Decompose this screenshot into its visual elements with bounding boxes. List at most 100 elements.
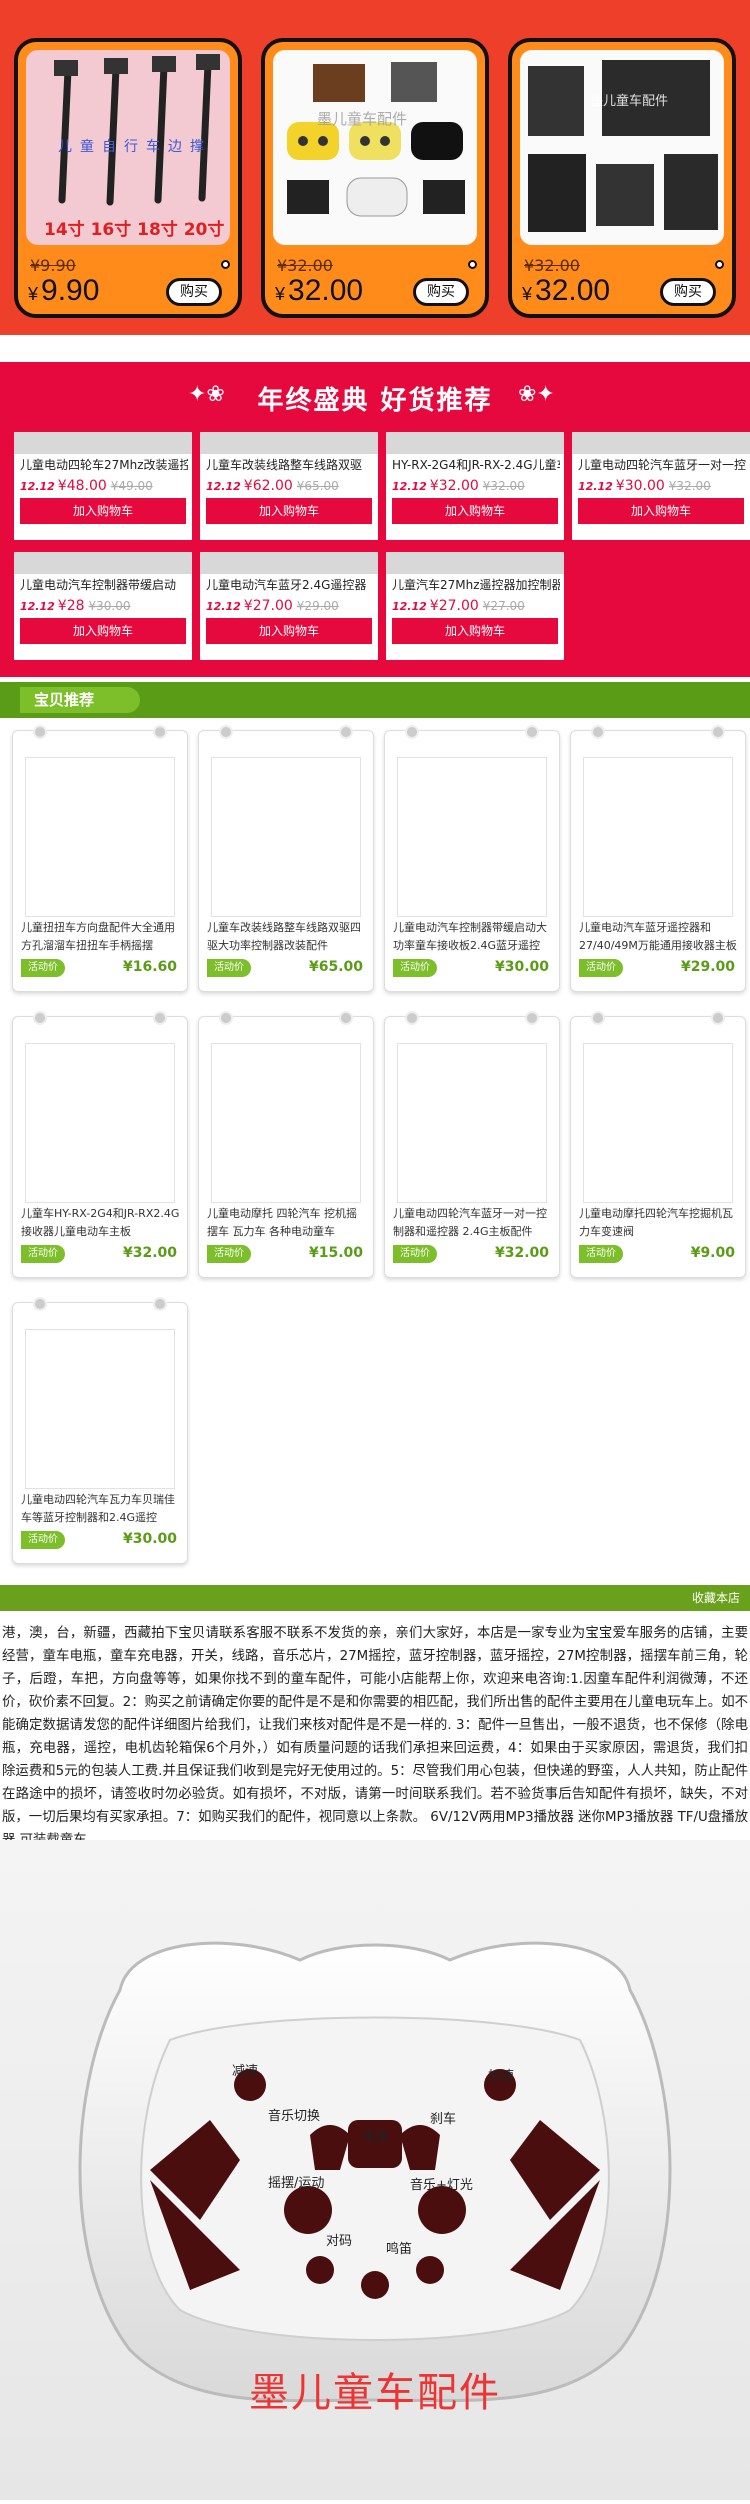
- photo-size-text: 14寸 16寸 18寸 20寸: [44, 220, 225, 240]
- product-card[interactable]: 儿童车改装线路整车线路双驱四驱大功率控制器改装配件 活动价 ¥65.00: [198, 725, 374, 992]
- pin-icon: [711, 725, 725, 739]
- recommend-header: 宝贝推荐: [0, 682, 750, 718]
- add-to-cart-button[interactable]: 加入购物车: [206, 618, 372, 644]
- label-music-switch: 音乐切换: [268, 2109, 321, 2124]
- pin-icon: [33, 725, 47, 739]
- pin-icon: [33, 1297, 47, 1311]
- product-image: [25, 1329, 175, 1489]
- item-name: 儿童电动四轮车27Mhz改装遥控器: [20, 458, 188, 472]
- add-to-cart-button[interactable]: 加入购物车: [20, 618, 186, 644]
- product-image: [25, 1043, 175, 1203]
- promo-tag: 活动价: [21, 1531, 65, 1549]
- promo-tag: 活动价: [393, 959, 437, 977]
- item-price: 12.12 ¥62.00 ¥65.00: [206, 478, 339, 494]
- current-price: ¥9.90: [28, 274, 100, 307]
- product-card[interactable]: 儿童电动四轮汽车瓦力车贝瑞佳车等蓝牙控制器和2.4G遥控 活动价 ¥30.00: [12, 1297, 188, 1564]
- product-card[interactable]: 儿童车HY-RX-2G4和JR-RX2.4G接收器儿童电动车主板 活动价 ¥32…: [12, 1011, 188, 1278]
- pin-icon: [405, 1011, 419, 1025]
- festival-section: ✦❀ 年终盛典 好货推荐 ❀✦ 儿童电动四轮车27Mhz改装遥控器 12.12 ¥…: [0, 362, 750, 677]
- product-photo: 儿童自行车边撑 14寸 16寸 18寸 20寸: [26, 50, 230, 245]
- store-description: 港，澳，台，新疆，西藏拍下宝贝请联系客服不联系不发货的亲，亲们大家好，本店是一家…: [2, 1626, 748, 1848]
- festival-item[interactable]: 儿童电动四轮车27Mhz改装遥控器 12.12 ¥48.00 ¥49.00 加入购物…: [14, 432, 192, 540]
- top-promo-banner: 儿童自行车边撑 14寸 16寸 18寸 20寸 ¥9.90 ¥9.90 购买 墨…: [0, 0, 750, 335]
- pin-icon: [219, 725, 233, 739]
- item-price: 12.12 ¥48.00 ¥49.00: [20, 478, 153, 494]
- pin-icon: [33, 1011, 47, 1025]
- item-name: 儿童电动四轮汽车蓝牙一对一控制器: [578, 458, 746, 472]
- product-thumbnail: [14, 432, 192, 454]
- product-image: [211, 757, 361, 917]
- item-price: 12.12 ¥27.00 ¥27.00: [392, 598, 525, 614]
- pin-icon: [525, 1011, 539, 1025]
- product-card[interactable]: 儿童电动摩托 四轮汽车 挖机摇摆车 瓦力车 各种电动童车 活动价 ¥15.00: [198, 1011, 374, 1278]
- promo-card[interactable]: 墨儿童车配件 ¥32.00 ¥32.00 购买: [508, 38, 736, 318]
- photo-watermark: 墨儿童车配件: [590, 94, 669, 109]
- label-accelerate: 加速: [488, 2069, 515, 2084]
- festival-item[interactable]: 儿童车改装线路整车线路双驱 12.12 ¥62.00 ¥65.00 加入购物车: [200, 432, 378, 540]
- pin-icon: [153, 1011, 167, 1025]
- product-card[interactable]: 儿童电动汽车蓝牙遥控器和27/40/49M万能通用接收器主板 活动价 ¥29.0…: [570, 725, 746, 992]
- item-price: 12.12 ¥28 ¥30.00: [20, 598, 131, 614]
- product-thumbnail: [200, 552, 378, 574]
- product-thumbnail: [200, 432, 378, 454]
- promo-tag: 活动价: [207, 959, 251, 977]
- bookmark-store-link[interactable]: 收藏本店: [692, 1589, 740, 1606]
- buy-button[interactable]: 购买: [413, 278, 469, 306]
- buy-button[interactable]: 购买: [166, 278, 222, 306]
- promo-tag: 活动价: [21, 959, 65, 977]
- label-music-light: 音乐+灯光: [410, 2178, 473, 2193]
- product-card[interactable]: 儿童电动四轮汽车蓝牙一对一控制器和遥控器 2.4G主板配件 活动价 ¥32.00: [384, 1011, 560, 1278]
- dot-icon: [221, 260, 230, 269]
- pin-icon: [591, 1011, 605, 1025]
- promo-card[interactable]: 墨儿童车配件 ¥32.00 ¥32.00 购买: [261, 38, 489, 318]
- buy-button[interactable]: 购买: [660, 278, 716, 306]
- pin-icon: [405, 725, 419, 739]
- candy-icon: ❀✦: [518, 382, 555, 407]
- product-name: 儿童电动四轮汽车瓦力车贝瑞佳车等蓝牙控制器和2.4G遥控: [21, 1493, 175, 1524]
- product-price: ¥29.00: [680, 959, 735, 975]
- add-to-cart-button[interactable]: 加入购物车: [392, 498, 558, 524]
- current-price: ¥32.00: [522, 274, 611, 307]
- product-name: 儿童车HY-RX-2G4和JR-RX2.4G接收器儿童电动车主板: [21, 1207, 180, 1238]
- pin-icon: [339, 1011, 353, 1025]
- label-pairing: 对码: [326, 2234, 353, 2249]
- photo-watermark: 墨儿童车配件: [317, 110, 408, 128]
- festival-item[interactable]: HY-RX-2G4和JR-RX-2.4G儿童车 12.12 ¥32.00 ¥32.0…: [386, 432, 564, 540]
- promo-card[interactable]: 儿童自行车边撑 14寸 16寸 18寸 20寸 ¥9.90 ¥9.90 购买: [14, 38, 242, 318]
- product-image: [583, 1043, 733, 1203]
- original-price: ¥32.00: [277, 256, 333, 275]
- add-to-cart-button[interactable]: 加入购物车: [578, 498, 744, 524]
- product-photo: 墨儿童车配件: [273, 50, 477, 245]
- add-to-cart-button[interactable]: 加入购物车: [20, 498, 186, 524]
- photo-overlay-text: 儿童自行车边撑: [58, 139, 212, 155]
- product-price: ¥15.00: [308, 1245, 363, 1261]
- promo-tag: 活动价: [21, 1245, 65, 1263]
- festival-item[interactable]: 儿童汽车27Mhz遥控器加控制器 12.12 ¥27.00 ¥27.00 加入购物车: [386, 552, 564, 660]
- product-thumbnail: [14, 552, 192, 574]
- product-image: [25, 757, 175, 917]
- product-card[interactable]: 儿童电动汽车控制器带缓启动大功率童车接收板2.4G蓝牙遥控 活动价 ¥30.00: [384, 725, 560, 992]
- item-price: 12.12 ¥30.00 ¥32.00: [578, 478, 711, 494]
- label-swing: 摇摆/运动: [268, 2176, 325, 2191]
- product-thumbnail: [386, 432, 564, 454]
- pin-icon: [153, 725, 167, 739]
- festival-item[interactable]: 儿童电动汽车蓝牙2.4G遥控器 12.12 ¥27.00 ¥29.00 加入购物车: [200, 552, 378, 660]
- label-power: 电源: [362, 2130, 389, 2145]
- promo-tag: 活动价: [579, 959, 623, 977]
- item-name: 儿童汽车27Mhz遥控器加控制器: [392, 578, 560, 592]
- watermark-text: 墨儿童车配件: [249, 2370, 501, 2416]
- festival-item[interactable]: 儿童电动四轮汽车蓝牙一对一控制器 12.12¥30.00¥32.00 加入购物车: [572, 432, 750, 540]
- festival-item[interactable]: 儿童电动汽车控制器带缓启动 12.12 ¥28 ¥30.00 加入购物车: [14, 552, 192, 660]
- pin-icon: [711, 1011, 725, 1025]
- add-to-cart-button[interactable]: 加入购物车: [392, 618, 558, 644]
- add-to-cart-button[interactable]: 加入购物车: [206, 498, 372, 524]
- product-price: ¥65.00: [308, 959, 363, 975]
- item-name: HY-RX-2G4和JR-RX-2.4G儿童车: [392, 458, 560, 472]
- product-name: 儿童电动摩托四轮汽车挖掘机瓦力车变速阀: [579, 1207, 733, 1238]
- product-image: [397, 757, 547, 917]
- festival-title: 年终盛典 好货推荐: [257, 386, 493, 416]
- product-card[interactable]: 儿童扭扭车方向盘配件大全通用方孔溜溜车扭扭车手柄摇摆 活动价 ¥16.60: [12, 725, 188, 992]
- product-card[interactable]: 儿童电动摩托四轮汽车挖掘机瓦力车变速阀 活动价 ¥9.00: [570, 1011, 746, 1278]
- dot-icon: [468, 260, 477, 269]
- pin-icon: [339, 725, 353, 739]
